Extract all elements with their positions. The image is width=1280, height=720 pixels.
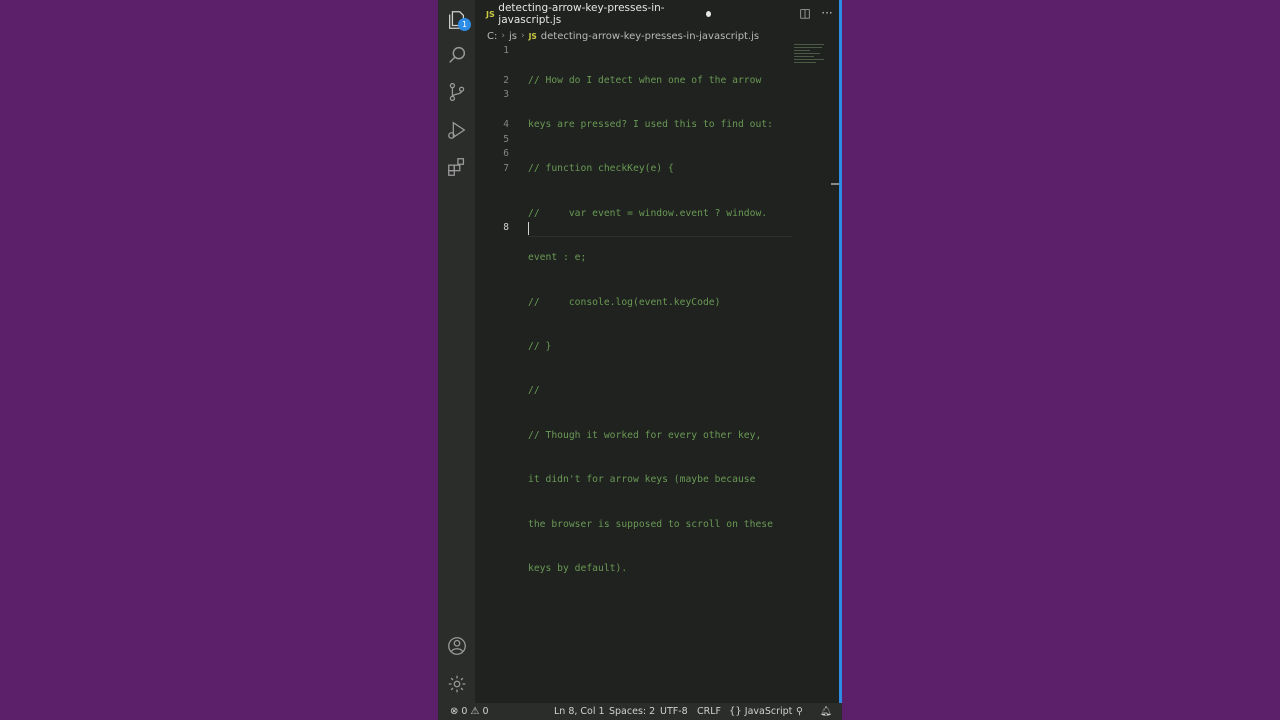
code-line: keys are pressed? I used this to find ou… [528, 118, 773, 130]
error-icon: ⊗ [450, 706, 459, 717]
chevron-right-icon: › [520, 31, 525, 41]
language-mode[interactable]: {} JavaScript [729, 706, 792, 717]
line-number: 6 [503, 148, 509, 159]
extensions-icon[interactable] [445, 155, 469, 179]
code-line: // How do I detect when one of the arrow [528, 74, 762, 86]
encoding[interactable]: UTF-8 [660, 706, 688, 717]
minimap[interactable] [794, 44, 828, 64]
end-of-line[interactable]: CRLF [697, 706, 721, 717]
window-border [839, 0, 842, 720]
code-line: it didn't for arrow keys (maybe because [528, 474, 756, 486]
braces-icon: {} [729, 706, 742, 717]
code-line: the browser is supposed to scroll on the… [528, 518, 773, 530]
line-number: 4 [503, 119, 509, 130]
tab-title: detecting-arrow-key-presses-in-javascrip… [498, 2, 665, 26]
code-content[interactable]: // How do I detect when one of the arrow… [528, 44, 798, 651]
account-icon[interactable] [445, 634, 469, 658]
line-number: 3 [503, 89, 509, 100]
warning-count: 0 [482, 706, 489, 717]
breadcrumb: C: › js › JS detecting-arrow-key-presses… [487, 29, 759, 43]
run-debug-icon[interactable] [445, 118, 469, 142]
activity-bar: 1 [438, 0, 475, 703]
settings-gear-icon[interactable] [445, 672, 469, 696]
text-cursor [528, 222, 529, 235]
editor-tab[interactable]: JS detecting-arrow-key-presses-in-javasc… [475, 0, 711, 28]
code-editor[interactable]: 1 2 3 4 5 6 7 8 // How do I detect when … [475, 44, 830, 699]
status-bar: ⊗ 0 ⚠ 0 Ln 8, Col 1 Spaces: 2 UTF-8 CRLF… [438, 703, 842, 720]
code-line: // var event = window.event ? window. [528, 207, 768, 219]
line-number-gutter: 1 2 3 4 5 6 7 8 [475, 44, 509, 699]
js-file-icon: JS [528, 31, 537, 41]
breadcrumb-drive[interactable]: C: [487, 31, 497, 42]
code-line: // } [528, 340, 552, 352]
explorer-badge: 1 [458, 18, 471, 31]
code-line: // Though it worked for every other key, [528, 429, 762, 441]
notifications-bell-icon[interactable]: 🔔︎ [820, 706, 832, 717]
problems-indicator[interactable]: ⊗ 0 ⚠ 0 [450, 706, 489, 717]
search-icon[interactable] [445, 43, 469, 67]
source-control-icon[interactable] [445, 80, 469, 104]
code-line: keys by default). [528, 562, 628, 574]
error-count: 0 [461, 706, 468, 717]
line-number-current: 8 [503, 222, 509, 233]
unsaved-dot-icon[interactable] [705, 11, 711, 17]
line-number: 7 [503, 163, 509, 174]
more-actions-icon[interactable]: ··· [820, 6, 834, 20]
split-editor-icon[interactable]: ◫ [798, 6, 812, 20]
feedback-icon[interactable]: ⚲ [796, 706, 803, 717]
breadcrumb-file[interactable]: detecting-arrow-key-presses-in-javascrip… [541, 31, 759, 42]
line-number: 5 [503, 134, 509, 145]
code-line: event : e; [528, 252, 587, 264]
code-line: // function checkKey(e) { [528, 163, 674, 175]
cursor-position[interactable]: Ln 8, Col 1 [554, 706, 605, 717]
code-line: // console.log(event.keyCode) [528, 296, 721, 308]
code-line: // [528, 385, 540, 397]
line-number: 2 [503, 75, 509, 86]
chevron-right-icon: › [501, 31, 505, 41]
breadcrumb-folder[interactable]: js [509, 31, 517, 42]
js-file-icon: JS [486, 9, 495, 19]
warning-icon: ⚠ [470, 706, 480, 717]
line-number: 1 [503, 45, 509, 56]
language-label: JavaScript [744, 706, 793, 717]
indentation[interactable]: Spaces: 2 [609, 706, 655, 717]
tab-actions: ◫ ··· [798, 6, 834, 20]
vscode-window: 1 JS detecting-arrow-key-presses-in-java… [438, 0, 842, 720]
